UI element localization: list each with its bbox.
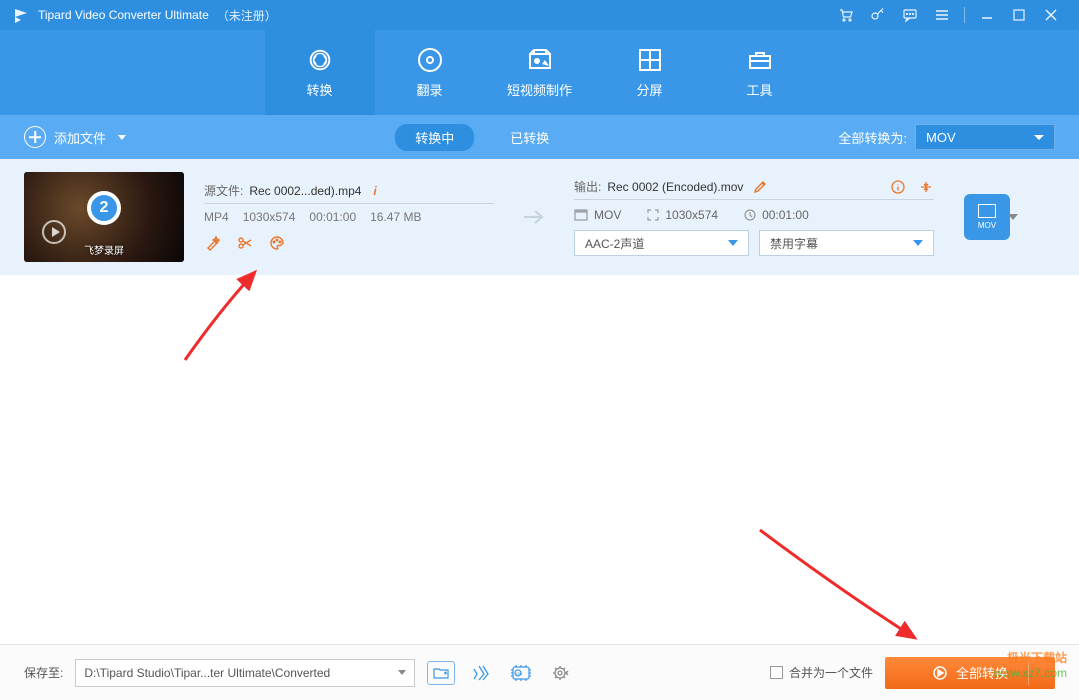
tab-convert[interactable]: 转换 (265, 30, 375, 115)
feedback-icon[interactable] (898, 3, 922, 27)
tab-convert-label: 转换 (306, 80, 332, 99)
play-icon (42, 220, 66, 244)
thumb-caption: 飞梦录屏 (84, 242, 124, 257)
convert-icon (306, 46, 334, 74)
main-tabs: 转换 翻录 短视频制作 分屏 工具 (0, 30, 1079, 115)
svg-text:ON: ON (516, 671, 522, 676)
tab-rip-label: 翻录 (416, 80, 442, 99)
meta-duration: 00:01:00 (309, 210, 356, 224)
format-badge-label: MOV (978, 221, 996, 230)
merge-files-checkbox[interactable]: 合并为一个文件 (770, 664, 873, 681)
output-column: 输出: Rec 0002 (Encoded).mov MOV 1030x574 … (574, 178, 934, 256)
status-sub-tabs: 转换中 已转换 (395, 124, 569, 151)
tab-mv[interactable]: 短视频制作 (485, 30, 595, 115)
app-logo-icon (12, 6, 30, 24)
split-icon (636, 46, 664, 74)
annotation-arrow-2 (750, 520, 930, 650)
edit-icon[interactable] (753, 180, 767, 194)
out-resolution: 1030x574 (665, 208, 718, 222)
source-metadata: MP4 1030x574 00:01:00 16.47 MB (204, 210, 494, 224)
tab-mv-label: 短视频制作 (507, 80, 572, 99)
action-bar: 添加文件 转换中 已转换 全部转换为: MOV (0, 115, 1079, 159)
output-format-select[interactable]: MOV (915, 124, 1055, 150)
chevron-down-icon (398, 670, 406, 675)
chevron-down-icon (1034, 135, 1044, 140)
key-icon[interactable] (866, 3, 890, 27)
source-label: 源文件: (204, 182, 243, 199)
app-title: Tipard Video Converter Ultimate (38, 8, 209, 22)
meta-format: MP4 (204, 210, 229, 224)
convert-btn-label: 全部转换 (956, 663, 1008, 682)
tab-split[interactable]: 分屏 (595, 30, 705, 115)
convert-all-format: 全部转换为: MOV (838, 124, 1055, 150)
gpu-toggle-button[interactable]: ON (507, 661, 535, 685)
registration-status: （未注册） (217, 7, 277, 24)
palette-icon[interactable] (268, 234, 286, 252)
disc-icon (416, 46, 444, 74)
meta-size: 16.47 MB (370, 210, 421, 224)
bottom-bar: 保存至: D:\Tipard Studio\Tipar...ter Ultima… (0, 644, 1079, 700)
add-file-button[interactable]: 添加文件 (24, 126, 126, 148)
compress-icon[interactable] (918, 179, 934, 195)
tab-split-label: 分屏 (636, 80, 662, 99)
output-path-select[interactable]: D:\Tipard Studio\Tipar...ter Ultimate\Co… (75, 659, 415, 687)
chevron-down-icon (913, 240, 923, 246)
title-bar: Tipard Video Converter Ultimate （未注册） (0, 0, 1079, 30)
output-label: 输出: (574, 178, 601, 195)
file-item: 2 飞梦录屏 源文件: Rec 0002...ded).mp4 i MP4 10… (0, 159, 1079, 275)
out-format: MOV (594, 208, 621, 222)
output-filename: Rec 0002 (Encoded).mov (607, 180, 743, 194)
scissors-icon[interactable] (236, 234, 254, 252)
convert-all-button[interactable]: 全部转换 (885, 657, 1055, 689)
checkbox-icon (770, 666, 783, 679)
file-list: 2 飞梦录屏 源文件: Rec 0002...ded).mp4 i MP4 10… (0, 159, 1079, 275)
titlebar-divider (964, 7, 965, 23)
cart-icon[interactable] (834, 3, 858, 27)
output-format-badge[interactable]: MOV (964, 194, 1010, 240)
subtab-converting[interactable]: 转换中 (395, 124, 474, 151)
minimize-icon[interactable] (975, 3, 999, 27)
annotation-arrow-1 (170, 260, 280, 370)
tab-tools[interactable]: 工具 (705, 30, 815, 115)
tab-rip[interactable]: 翻录 (375, 30, 485, 115)
snapshot-button[interactable] (467, 661, 495, 685)
toolbox-icon (746, 46, 774, 74)
settings-button[interactable] (547, 661, 575, 685)
format-value: MOV (926, 130, 956, 145)
save-to-label: 保存至: (24, 664, 63, 681)
wand-icon[interactable] (204, 234, 222, 252)
add-file-label: 添加文件 (54, 128, 106, 147)
close-icon[interactable] (1039, 3, 1063, 27)
film-icon (978, 204, 996, 218)
convert-all-label: 全部转换为: (838, 128, 907, 147)
source-column: 源文件: Rec 0002...ded).mp4 i MP4 1030x574 … (204, 182, 494, 252)
subtab-converted[interactable]: 已转换 (490, 124, 569, 151)
video-thumbnail[interactable]: 2 飞梦录屏 (24, 172, 184, 262)
subtitle-select[interactable]: 禁用字幕 (759, 230, 934, 256)
meta-resolution: 1030x574 (243, 210, 296, 224)
output-path: D:\Tipard Studio\Tipar...ter Ultimate\Co… (84, 666, 330, 680)
mv-icon (526, 46, 554, 74)
tab-tools-label: 工具 (746, 80, 772, 99)
convert-run-icon (932, 665, 948, 681)
menu-icon[interactable] (930, 3, 954, 27)
chevron-down-icon (118, 135, 126, 140)
open-folder-button[interactable] (427, 661, 455, 685)
arrow-right-icon (514, 207, 554, 227)
thumb-index-badge: 2 (87, 191, 121, 225)
merge-label: 合并为一个文件 (789, 664, 873, 681)
audio-track-select[interactable]: AAC-2声道 (574, 230, 749, 256)
source-filename: Rec 0002...ded).mp4 (249, 184, 361, 198)
plus-icon (24, 126, 46, 148)
chevron-down-icon (728, 240, 738, 246)
maximize-icon[interactable] (1007, 3, 1031, 27)
out-duration: 00:01:00 (762, 208, 809, 222)
info-circle-icon[interactable] (890, 179, 906, 195)
edit-tool-icons (204, 234, 494, 252)
info-icon[interactable]: i (373, 184, 376, 198)
